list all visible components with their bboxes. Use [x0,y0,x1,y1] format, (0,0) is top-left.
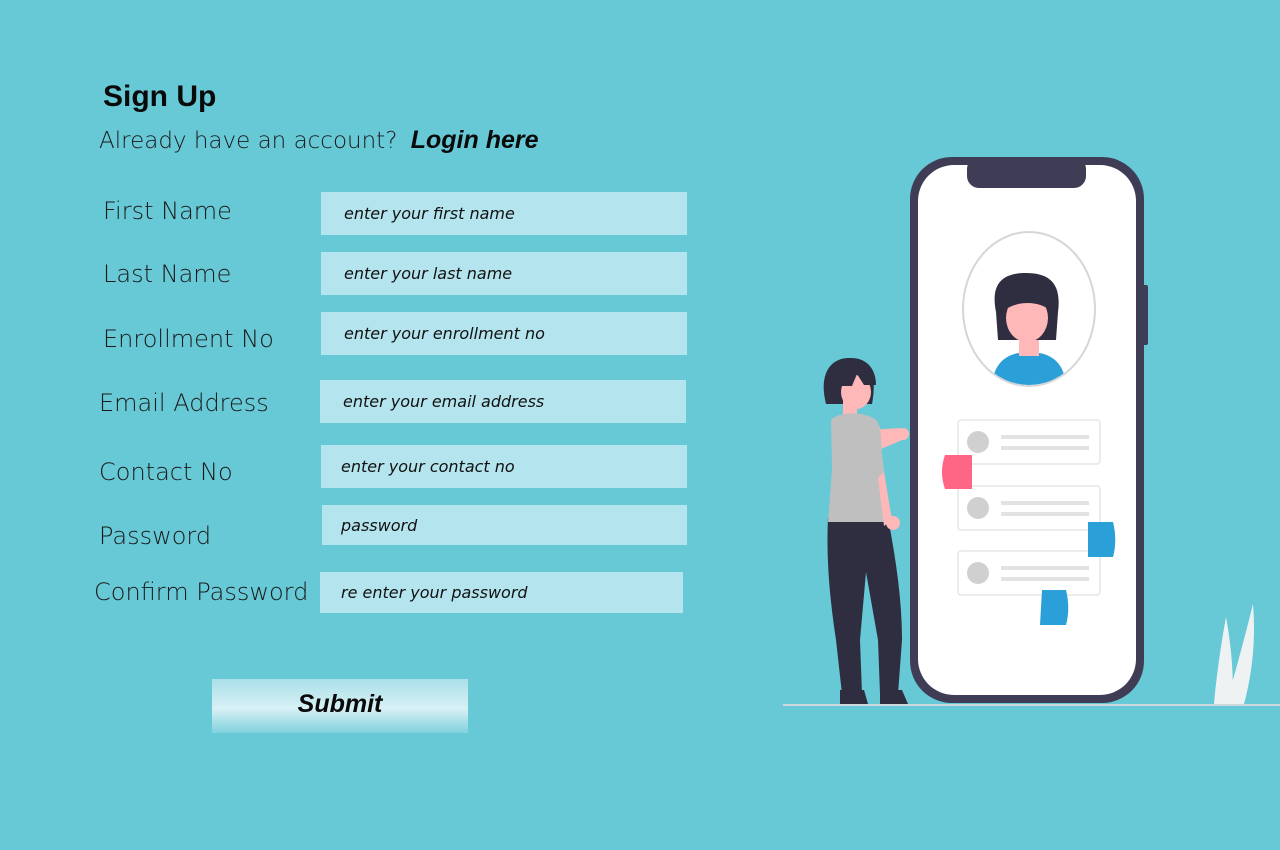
enrollment-no-label: Enrollment No [103,325,274,353]
list-card-icon [957,419,1101,465]
list-card-icon [957,485,1101,531]
login-prompt: Already have an account? Login here [99,126,539,155]
blue-tag-icon [1088,522,1116,557]
last-name-label: Last Name [103,260,232,288]
email-address-input[interactable] [320,380,686,423]
contact-no-label: Contact No [99,458,233,486]
login-prompt-text: Already have an account? [99,128,398,154]
enrollment-no-input[interactable] [321,312,687,355]
woman-figure-icon [823,358,909,704]
blue-tag-icon [1040,590,1069,625]
list-card-icon [957,550,1101,596]
first-name-input[interactable] [321,192,687,235]
woman-with-phone-illustration [783,157,1280,706]
confirm-password-label: Confirm Password [94,578,309,606]
confirm-password-input[interactable] [320,572,683,613]
profile-avatar-icon [962,231,1096,387]
submit-button[interactable]: Submit [212,679,468,733]
contact-no-input[interactable] [321,445,687,488]
email-address-label: Email Address [99,389,269,417]
password-label: Password [99,522,212,550]
first-name-label: First Name [103,197,232,225]
pink-tag-icon [942,455,972,489]
password-input[interactable] [322,505,687,545]
page-title: Sign Up [103,80,217,113]
plant-icon [1214,604,1254,704]
login-link[interactable]: Login here [411,126,539,154]
last-name-input[interactable] [321,252,687,295]
